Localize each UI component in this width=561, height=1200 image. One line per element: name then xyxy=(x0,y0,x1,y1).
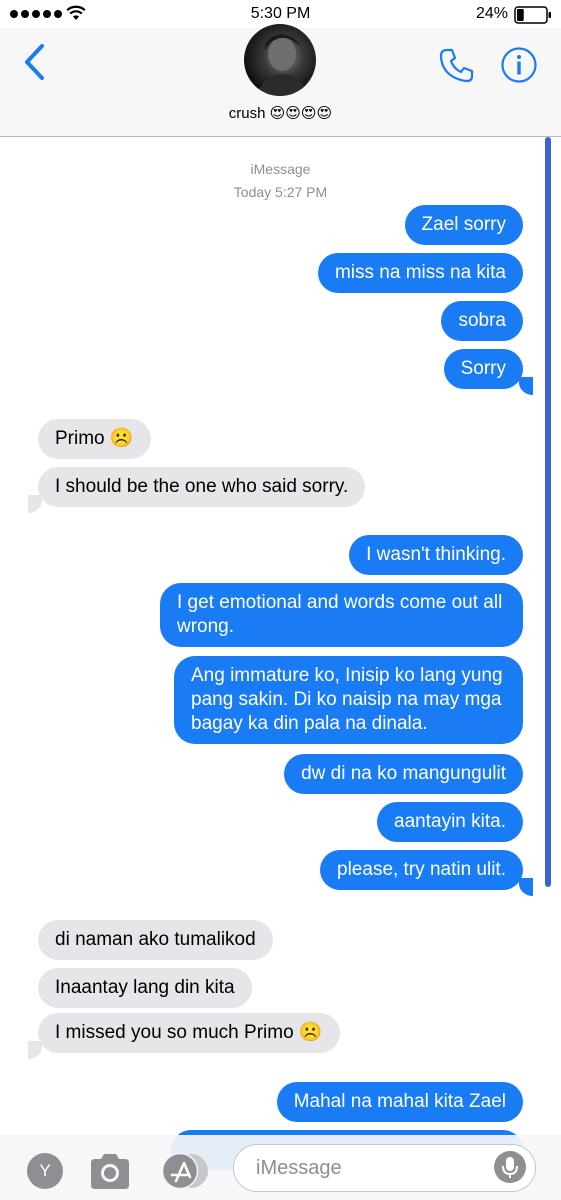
message-placeholder: iMessage xyxy=(256,1157,342,1179)
phone-icon xyxy=(439,48,474,83)
sent-message[interactable]: miss na miss na kita xyxy=(317,253,523,293)
bubble-tail xyxy=(519,878,533,896)
sent-message[interactable]: sobra xyxy=(441,301,523,341)
sent-message[interactable]: Mahal na mahal kita Zael xyxy=(276,1082,523,1122)
back-button[interactable] xyxy=(20,42,50,82)
contact-name[interactable]: crush 😍😍😍😍 xyxy=(0,104,561,122)
info-icon xyxy=(501,47,537,83)
sent-message[interactable]: Sorry xyxy=(443,349,523,389)
chevron-left-icon xyxy=(25,44,44,80)
received-message[interactable]: I should be the one who said sorry. xyxy=(38,467,366,507)
avatar-photo xyxy=(256,34,308,96)
battery-icon xyxy=(514,6,551,24)
conversation-header: crush 😍😍😍😍 xyxy=(0,24,561,137)
received-message[interactable]: Primo ☹️ xyxy=(38,419,151,459)
sent-message[interactable]: Zael sorry xyxy=(404,205,523,245)
sent-message[interactable]: aantayin kita. xyxy=(377,802,523,842)
bubble-tail xyxy=(28,1041,42,1059)
service-label: iMessage xyxy=(250,161,311,177)
sent-message[interactable]: please, try natin ulit. xyxy=(320,850,523,890)
message-input[interactable]: iMessage xyxy=(233,1144,536,1192)
phone-button[interactable] xyxy=(438,46,476,84)
app-drawer-button[interactable]: Y xyxy=(27,1153,63,1189)
input-bar: Y iMessage xyxy=(0,1135,561,1200)
appstore-icon xyxy=(161,1152,208,1190)
sent-message[interactable]: Ang immature ko, Inisip ko lang yung pan… xyxy=(174,656,523,744)
appstore-button[interactable] xyxy=(160,1151,210,1191)
received-message[interactable]: di naman ako tumalikod xyxy=(38,920,273,960)
bubble-tail xyxy=(519,377,533,395)
scroll-indicator[interactable] xyxy=(545,137,551,887)
received-message[interactable]: Inaantay lang din kita xyxy=(38,968,252,1008)
sent-message[interactable]: dw di na ko mangungulit xyxy=(284,754,523,794)
microphone-icon xyxy=(502,1157,518,1178)
camera-button[interactable] xyxy=(88,1151,132,1191)
message-timestamp: Today 5:27 PM xyxy=(233,184,328,200)
info-button[interactable] xyxy=(500,46,538,84)
avatar[interactable] xyxy=(244,24,316,96)
received-message[interactable]: I missed you so much Primo ☹️ xyxy=(38,1013,340,1053)
camera-icon xyxy=(91,1154,129,1189)
microphone-button[interactable] xyxy=(494,1151,526,1183)
sent-message[interactable]: I get emotional and words come out all w… xyxy=(160,583,523,647)
message-thread[interactable]: iMessage Today 5:27 PM Zael sorry miss n… xyxy=(0,137,561,1170)
sent-message[interactable]: I wasn't thinking. xyxy=(349,535,523,575)
bubble-tail xyxy=(28,495,42,513)
battery-percent: 24% xyxy=(476,5,509,22)
